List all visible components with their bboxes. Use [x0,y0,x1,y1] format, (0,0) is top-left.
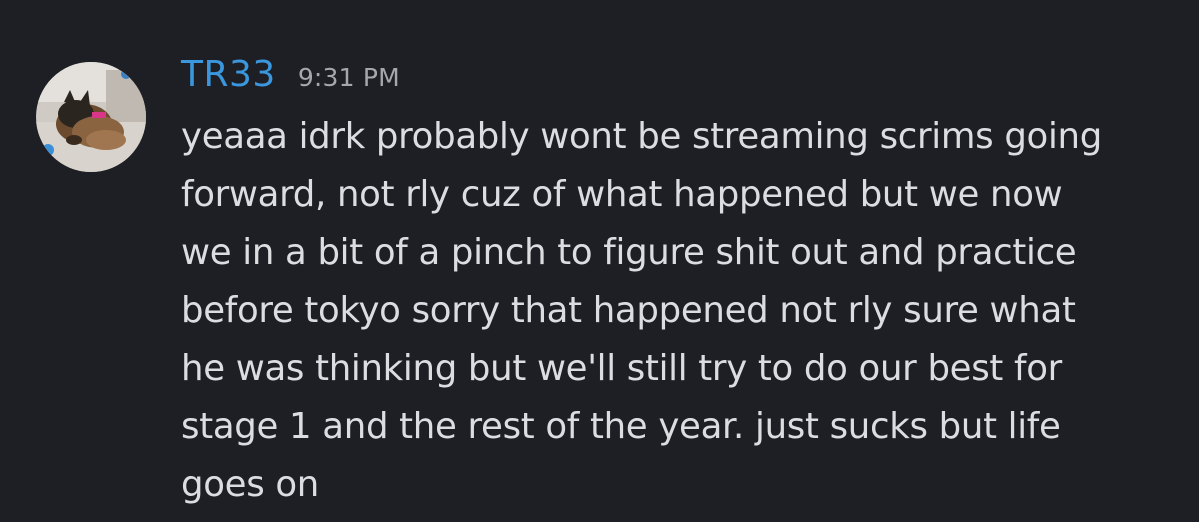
message-line: forward, not rly cuz of what happened bu… [181,174,1063,215]
message-line: goes on [181,464,319,505]
message-header: TR33 9:31 PM [181,54,1181,108]
message-line: stage 1 and the rest of the year. just s… [181,406,1061,447]
message-content: yeaaa idrk probably wont be streaming sc… [181,108,1181,514]
dog-photo-icon [36,62,146,172]
message-timestamp: 9:31 PM [297,63,400,92]
message: TR33 9:31 PM yeaaa idrk probably wont be… [181,54,1181,514]
chat-view: TR33 9:31 PM yeaaa idrk probably wont be… [0,0,1199,522]
message-line: we in a bit of a pinch to figure shit ou… [181,232,1077,273]
user-avatar[interactable] [36,62,146,172]
message-line: before tokyo sorry that happened not rly… [181,290,1076,331]
message-line: he was thinking but we'll still try to d… [181,348,1062,389]
message-line: yeaaa idrk probably wont be streaming sc… [181,116,1102,157]
author-name[interactable]: TR33 [181,54,276,95]
